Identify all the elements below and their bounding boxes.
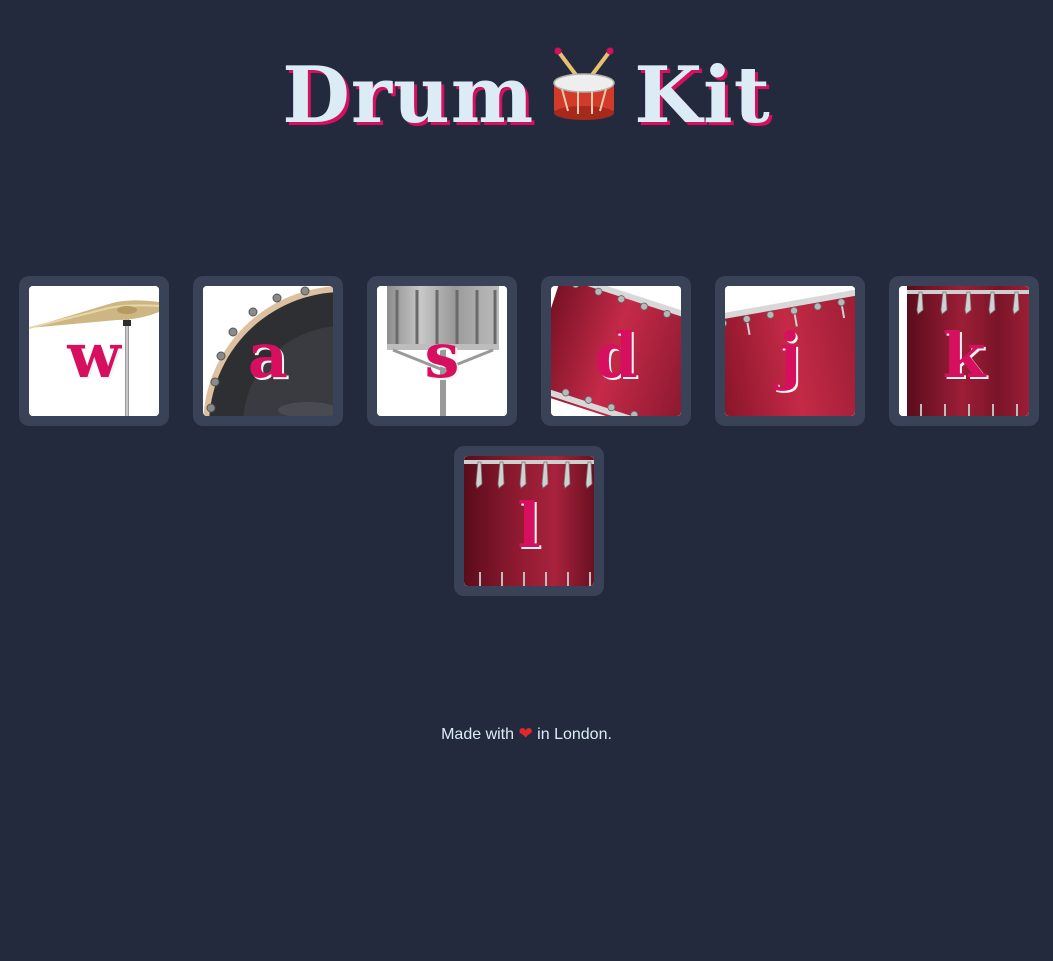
- pad-key-label: l: [517, 489, 541, 562]
- bass-drum-icon: a: [203, 286, 333, 416]
- footer-text-before: Made with: [441, 726, 515, 743]
- drum-pad-k[interactable]: k: [889, 276, 1039, 426]
- drum-pad-s[interactable]: s: [367, 276, 517, 426]
- pad-key-label: j: [778, 319, 802, 392]
- cymbal-icon: w: [29, 286, 159, 416]
- drum-pad-a[interactable]: a: [193, 276, 343, 426]
- footer: Made with ❤ in London.: [0, 724, 1053, 744]
- title-drum-word: Drum: [282, 50, 535, 141]
- drum-pad-l[interactable]: l: [454, 446, 604, 596]
- page-title: Drum Kit: [0, 47, 1053, 151]
- drum-pad-d[interactable]: d: [541, 276, 691, 426]
- floor-tom-icon: k: [899, 286, 1029, 416]
- drum-icon: [548, 47, 620, 145]
- heart-icon: ❤: [518, 724, 533, 743]
- pad-key-label: w: [67, 319, 121, 392]
- snare-drum-icon: s: [377, 286, 507, 416]
- pad-key-label: s: [424, 319, 460, 392]
- floor-tom-icon: l: [464, 456, 594, 586]
- tom-drum-icon: j: [725, 286, 855, 416]
- pad-key-label: a: [247, 319, 289, 392]
- title-kit-word: Kit: [634, 50, 771, 141]
- pad-key-label: d: [594, 319, 638, 392]
- tom-drum-icon: d: [551, 286, 681, 416]
- pad-key-label: k: [942, 319, 986, 392]
- drum-pad-w[interactable]: w: [19, 276, 169, 426]
- drum-pad-j[interactable]: j: [715, 276, 865, 426]
- footer-text-after: in London.: [537, 726, 612, 743]
